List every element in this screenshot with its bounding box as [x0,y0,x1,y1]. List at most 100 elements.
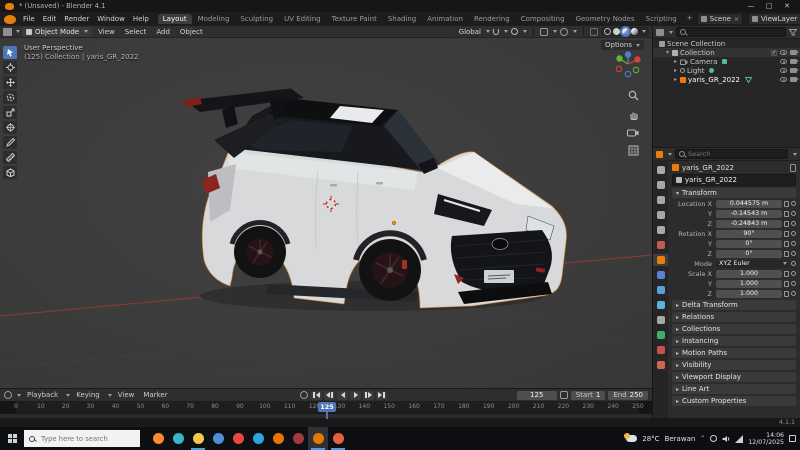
animate-dot-icon[interactable] [791,281,796,286]
add-workspace-button[interactable]: + [683,14,697,24]
scene-selector[interactable]: Scene ✕ [696,13,744,25]
lock-icon[interactable] [784,210,789,217]
animate-dot-icon[interactable] [791,201,796,206]
shading-solid-icon[interactable] [613,28,620,35]
viewport-perspective-toggle-icon[interactable] [628,145,639,156]
play-reverse-button[interactable] [337,390,349,400]
menu-add[interactable]: Add [152,28,174,36]
properties-options-icon[interactable] [793,152,797,156]
lock-icon[interactable] [784,250,789,257]
weather-temp[interactable]: 28°C [642,435,659,443]
animate-dot-icon[interactable] [791,291,796,296]
animate-dot-icon[interactable] [791,231,796,236]
section-collections[interactable]: ▸ Collections [672,324,796,334]
tab-shading[interactable]: Shading [383,14,421,24]
disable-in-render-icon[interactable] [790,50,799,55]
viewport-move-hand-icon[interactable] [628,109,639,120]
outliner-search[interactable] [676,27,786,37]
close-button[interactable]: ✕ [779,1,795,12]
particles-properties-tab[interactable] [653,284,668,296]
menu-marker[interactable]: Marker [140,391,170,399]
menu-playback[interactable]: Playback [24,391,61,399]
scale-x-field[interactable]: 1.000 [716,269,782,278]
material-properties-tab[interactable] [653,344,668,356]
outliner-row-scene-collection[interactable]: Scene Collection [653,39,800,48]
minimize-button[interactable]: — [743,1,759,12]
tray-chevron-icon[interactable]: ⌃ [700,435,705,442]
section-relations[interactable]: ▸ Relations [672,312,796,322]
chrome-icon[interactable] [228,427,248,450]
animate-dot-icon[interactable] [791,251,796,256]
tab-modeling[interactable]: Modeling [193,14,235,24]
disable-in-render-icon[interactable] [790,59,799,64]
transform-orientation-dropdown[interactable]: Global [459,28,481,36]
lock-icon[interactable] [784,220,789,227]
telegram-icon[interactable] [248,427,268,450]
section-instancing[interactable]: ▸ Instancing [672,336,796,346]
view-layer-properties-tab[interactable] [653,209,668,221]
output-properties-tab[interactable] [653,194,668,206]
proportional-dropdown-icon[interactable] [523,30,527,33]
microsoft-store-icon[interactable] [208,427,228,450]
tab-animation[interactable]: Animation [422,14,468,24]
disable-in-render-icon[interactable] [790,68,799,73]
tab-rendering[interactable]: Rendering [469,14,515,24]
outliner-row-yaris[interactable]: ▸ yaris_GR_2022 [653,75,800,84]
data-properties-tab[interactable] [653,329,668,341]
menu-file[interactable]: File [19,15,39,23]
hide-in-viewport-icon[interactable] [780,59,787,64]
viewport-camera-icon[interactable] [627,128,639,137]
orientation-dropdown-icon[interactable] [486,30,490,33]
file-explorer-icon[interactable] [188,427,208,450]
location-y-field[interactable]: -0.14543 m [716,209,782,218]
next-keyframe-button[interactable] [363,390,375,400]
disable-in-render-icon[interactable] [790,77,799,82]
tab-uv-editing[interactable]: UV Editing [279,14,326,24]
cursor-tool-button[interactable] [3,61,17,74]
section-motion-paths[interactable]: ▸ Motion Paths [672,348,796,358]
lock-icon[interactable] [784,230,789,237]
outliner-display-mode-icon[interactable] [656,28,664,36]
overlays-dropdown-icon[interactable] [573,30,577,33]
hide-in-viewport-icon[interactable] [780,50,787,55]
taskbar-search-input[interactable] [39,433,135,444]
taskbar-clock[interactable]: 14:06 12/07/2025 [748,432,784,446]
section-custom-properties[interactable]: ▸ Custom Properties [672,396,796,406]
scale-tool-button[interactable] [3,106,17,119]
start-frame-field[interactable]: Start 1 [570,390,606,400]
properties-editor-icon[interactable] [656,150,663,158]
animate-dot-icon[interactable] [791,241,796,246]
firefox-icon[interactable] [148,427,168,450]
menu-view[interactable]: View [94,28,119,36]
media-app-icon[interactable] [288,427,308,450]
shading-dropdown-icon[interactable] [642,30,646,33]
outliner-row-camera[interactable]: ▸ Camera [653,57,800,66]
menu-help[interactable]: Help [129,15,153,23]
navigation-gizmo[interactable] [614,50,642,78]
scene-properties-tab[interactable] [653,224,668,236]
measure-tool-button[interactable] [3,151,17,164]
toggle-xray-icon[interactable] [590,27,598,36]
scene-unlink-icon[interactable]: ✕ [734,16,739,23]
shading-wireframe-icon[interactable] [604,28,611,35]
pin-icon[interactable] [790,163,796,172]
render-properties-tab[interactable] [653,179,668,191]
show-overlays-icon[interactable] [560,27,568,36]
blender-logo-menu[interactable] [4,14,16,24]
tab-compositing[interactable]: Compositing [516,14,570,24]
breadcrumb-object-name[interactable]: yaris_GR_2022 [682,164,734,172]
collection-checkbox[interactable]: ✓ [771,49,777,56]
show-gizmo-icon[interactable] [540,27,548,36]
menu-timeline-view[interactable]: View [115,391,138,399]
options-dropdown[interactable]: Options [600,40,644,50]
snap-dropdown-icon[interactable] [504,30,508,33]
texture-properties-tab[interactable] [653,359,668,371]
jump-to-end-button[interactable] [376,390,388,400]
menu-edit[interactable]: Edit [39,15,61,23]
annotate-tool-button[interactable] [3,136,17,149]
outliner-row-light[interactable]: ▸ Light [653,66,800,75]
object-properties-tab[interactable] [653,254,668,266]
interaction-mode-dropdown[interactable]: Object Mode [22,26,93,37]
rotation-x-field[interactable]: 90° [716,229,782,238]
volume-icon[interactable] [722,435,730,443]
